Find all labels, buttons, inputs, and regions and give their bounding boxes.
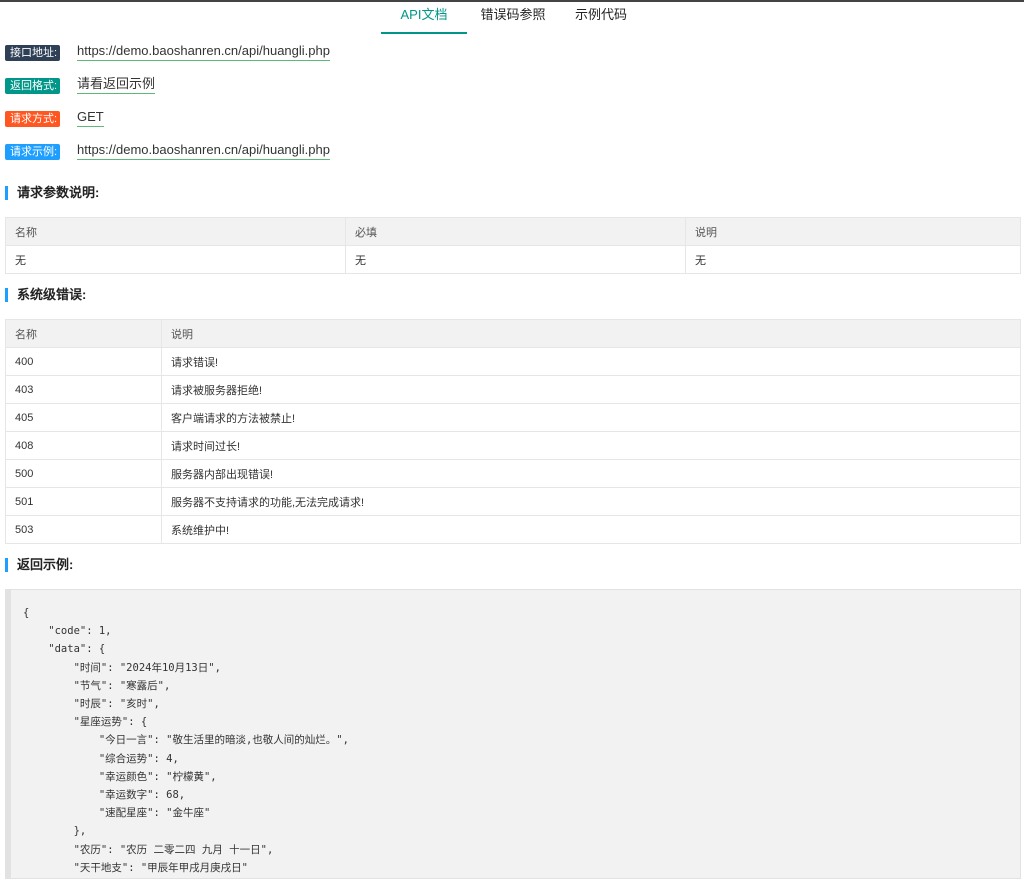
error-code-cell: 500	[5, 459, 162, 488]
format-label: 返回格式:	[5, 78, 60, 94]
example-label: 请求示例:	[5, 144, 60, 160]
table-row: 503 系统维护中!	[5, 515, 1021, 544]
errors-title-text: 系统级错误:	[17, 287, 87, 302]
tab-bar: API文档 错误码参照 示例代码	[0, 2, 1024, 34]
error-code-cell: 400	[5, 347, 162, 376]
col-header-name: 名称	[5, 217, 346, 246]
tab-sample-code[interactable]: 示例代码	[566, 2, 636, 32]
params-table: 名称 必填 说明 无 无 无	[5, 217, 1021, 274]
table-cell: 无	[5, 245, 346, 274]
errors-section-title: 系统级错误:	[5, 286, 86, 304]
error-code-cell: 408	[5, 431, 162, 460]
example-section-title: 返回示例:	[5, 556, 73, 574]
table-header-row: 名称 必填 说明	[5, 217, 1021, 246]
section-marker	[5, 186, 8, 200]
table-row: 400 请求错误!	[5, 347, 1021, 376]
error-desc-cell: 客户端请求的方法被禁止!	[161, 403, 1021, 432]
section-marker	[5, 288, 8, 302]
example-url-link[interactable]: https://demo.baoshanren.cn/api/huangli.p…	[77, 141, 330, 160]
section-marker	[5, 558, 8, 572]
table-row: 501 服务器不支持请求的功能,无法完成请求!	[5, 487, 1021, 516]
table-row: 无 无 无	[5, 245, 1021, 274]
table-row: 500 服务器内部出现错误!	[5, 459, 1021, 488]
error-desc-cell: 服务器不支持请求的功能,无法完成请求!	[161, 487, 1021, 516]
format-value: 请看返回示例	[77, 75, 156, 94]
error-desc-cell: 服务器内部出现错误!	[161, 459, 1021, 488]
table-header-row: 名称 说明	[5, 319, 1021, 348]
table-cell: 无	[685, 245, 1021, 274]
tab-api-doc[interactable]: API文档	[381, 2, 467, 34]
params-section-title: 请求参数说明:	[5, 184, 99, 202]
table-row: 405 客户端请求的方法被禁止!	[5, 403, 1021, 432]
error-desc-cell: 系统维护中!	[161, 515, 1021, 544]
col-header-description: 说明	[685, 217, 1021, 246]
col-header-required: 必填	[345, 217, 686, 246]
error-code-cell: 403	[5, 375, 162, 404]
error-code-cell: 503	[5, 515, 162, 544]
error-desc-cell: 请求被服务器拒绝!	[161, 375, 1021, 404]
tab-error-codes[interactable]: 错误码参照	[474, 2, 552, 32]
col-header-description: 说明	[161, 319, 1021, 348]
endpoint-label: 接口地址:	[5, 45, 60, 61]
endpoint-url-link[interactable]: https://demo.baoshanren.cn/api/huangli.p…	[77, 42, 330, 61]
method-label: 请求方式:	[5, 111, 60, 127]
col-header-name: 名称	[5, 319, 162, 348]
error-code-cell: 501	[5, 487, 162, 516]
method-value: GET	[77, 108, 104, 127]
table-cell: 无	[345, 245, 686, 274]
errors-table: 名称 说明 400 请求错误! 403 请求被服务器拒绝! 405 客户端请求的方法被…	[5, 319, 1021, 544]
table-row: 408 请求时间过长!	[5, 431, 1021, 460]
error-code-cell: 405	[5, 403, 162, 432]
example-title-text: 返回示例:	[17, 557, 74, 572]
response-example-code: { "code": 1, "data": { "时间": "2024年10月13…	[23, 607, 349, 874]
params-title-text: 请求参数说明:	[17, 185, 100, 200]
table-row: 403 请求被服务器拒绝!	[5, 375, 1021, 404]
error-desc-cell: 请求时间过长!	[161, 431, 1021, 460]
response-example-code-block: { "code": 1, "data": { "时间": "2024年10月13…	[5, 589, 1021, 879]
error-desc-cell: 请求错误!	[161, 347, 1021, 376]
